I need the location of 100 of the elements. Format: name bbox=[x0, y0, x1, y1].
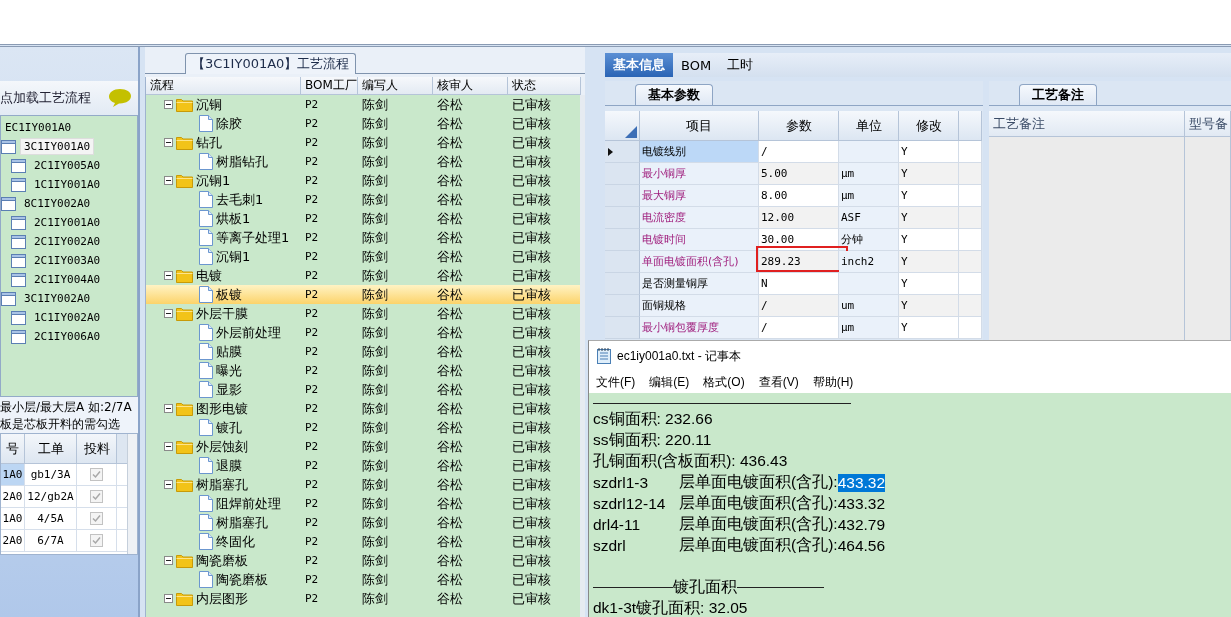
table-cell: / bbox=[759, 295, 839, 317]
column-header[interactable]: 修改 bbox=[899, 111, 959, 141]
tree-item[interactable]: 1C1IY002A0 bbox=[30, 309, 105, 326]
collapse-icon[interactable] bbox=[164, 138, 173, 147]
flow-row[interactable]: 外层蚀刻 P2 陈剑 谷松 已审核 bbox=[146, 437, 580, 456]
panel-tab[interactable]: 基本参数 bbox=[635, 84, 713, 105]
menu-item[interactable]: 查看(V) bbox=[753, 373, 804, 391]
column-header[interactable]: 工艺备注 bbox=[989, 111, 1185, 137]
table-cell-text: 谷松 bbox=[436, 133, 464, 152]
flow-row[interactable]: 贴膜 P2 陈剑 谷松 已审核 bbox=[146, 342, 580, 361]
column-header[interactable]: 型号备 bbox=[1185, 111, 1231, 137]
text-area[interactable]: cs铜面积: 232.66 ss铜面积: 220.11 孔铜面积(含板面积): 436.43 szdrl1-3 层单面电镀面积(含孔):433.32 szdrl12-14 层单面电镀面积(含孔):433.32 drl4-11 层单面电镀面积(含孔):432.79 szdrl 层单面电镀面积(含孔):464.56 镀孔面积 dk1-3t镀孔面积: 32.05 bbox=[589, 393, 1231, 617]
table-cell: Y bbox=[899, 207, 959, 229]
flow-row[interactable]: 钻孔 P2 陈剑 谷松 已审核 bbox=[146, 133, 580, 152]
table-cell-text: 陈剑 bbox=[361, 494, 389, 513]
window-title: ec1iy001a0.txt - 记事本 bbox=[617, 347, 742, 365]
flow-row[interactable]: 树脂钻孔 P2 陈剑 谷松 已审核 bbox=[146, 152, 580, 171]
collapse-icon[interactable] bbox=[164, 404, 173, 413]
column-header[interactable]: 项目 bbox=[640, 111, 759, 141]
table-cell-text: 已审核 bbox=[511, 399, 552, 418]
collapse-icon[interactable] bbox=[164, 594, 173, 603]
collapse-icon[interactable] bbox=[164, 480, 173, 489]
tree-item[interactable]: 3C1IY001A0 bbox=[20, 138, 95, 155]
flow-row[interactable]: 沉铜1 P2 陈剑 谷松 已审核 bbox=[146, 171, 580, 190]
tab[interactable]: BOM bbox=[673, 53, 720, 77]
collapse-icon[interactable] bbox=[164, 309, 173, 318]
flow-row[interactable]: 外层前处理 P2 陈剑 谷松 已审核 bbox=[146, 323, 580, 342]
column-header[interactable]: 参数 bbox=[759, 111, 839, 141]
collapse-icon[interactable] bbox=[164, 176, 173, 185]
flow-row[interactable]: 电镀 P2 陈剑 谷松 已审核 bbox=[146, 266, 580, 285]
column-header[interactable]: 编写人 bbox=[358, 77, 433, 95]
flow-row[interactable]: 阻焊前处理 P2 陈剑 谷松 已审核 bbox=[146, 494, 580, 513]
tree-item[interactable]: 1C1IY001A0 bbox=[30, 176, 105, 193]
column-header[interactable]: 工单 bbox=[25, 434, 77, 464]
menu-item[interactable]: 编辑(E) bbox=[644, 373, 695, 391]
table-cell-text: P2 bbox=[304, 154, 320, 170]
column-header[interactable]: 流程 bbox=[146, 77, 301, 95]
collapse-icon[interactable] bbox=[164, 442, 173, 451]
tab[interactable]: 基本信息 bbox=[605, 53, 673, 77]
flow-row[interactable]: 板镀 P2 陈剑 谷松 已审核 bbox=[146, 285, 580, 304]
table-cell-text: P2 bbox=[304, 363, 320, 379]
flow-row[interactable]: 终固化 P2 陈剑 谷松 已审核 bbox=[146, 532, 580, 551]
tree-item[interactable]: 2C1IY006A0 bbox=[30, 328, 105, 345]
table-cell-text: 已审核 bbox=[511, 323, 552, 342]
tree-item[interactable]: 8C1IY002A0 bbox=[20, 195, 95, 212]
collapse-icon[interactable] bbox=[164, 271, 173, 280]
scrollbar[interactable] bbox=[127, 434, 137, 554]
tree-item[interactable]: 2C1IY002A0 bbox=[30, 233, 105, 250]
flow-row[interactable]: 外层干膜 P2 陈剑 谷松 已审核 bbox=[146, 304, 580, 323]
flow-row[interactable]: 曝光 P2 陈剑 谷松 已审核 bbox=[146, 361, 580, 380]
flow-row[interactable]: 沉铜 P2 陈剑 谷松 已审核 bbox=[146, 95, 580, 114]
menu-item[interactable]: 文件(F) bbox=[591, 373, 641, 391]
collapse-icon[interactable] bbox=[164, 100, 173, 109]
column-header[interactable]: BOM工厂 bbox=[301, 77, 358, 95]
flow-row[interactable]: 树脂塞孔 P2 陈剑 谷松 已审核 bbox=[146, 513, 580, 532]
tree-item[interactable]: EC1IY001A0 bbox=[1, 119, 76, 136]
flow-row[interactable]: 沉铜1 P2 陈剑 谷松 已审核 bbox=[146, 247, 580, 266]
file-icon bbox=[199, 533, 213, 550]
tree-item[interactable]: 2C1IY003A0 bbox=[30, 252, 105, 269]
flow-row[interactable]: 陶瓷磨板 P2 陈剑 谷松 已审核 bbox=[146, 570, 580, 589]
column-header[interactable]: 核审人 bbox=[433, 77, 508, 95]
flow-row[interactable]: 树脂塞孔 P2 陈剑 谷松 已审核 bbox=[146, 475, 580, 494]
row-header[interactable] bbox=[605, 141, 640, 163]
flow-row[interactable]: 陶瓷磨板 P2 陈剑 谷松 已审核 bbox=[146, 551, 580, 570]
column-header[interactable]: 号 bbox=[1, 434, 25, 464]
flow-row[interactable]: 镀孔 P2 陈剑 谷松 已审核 bbox=[146, 418, 580, 437]
flow-row[interactable]: 内层图形 P2 陈剑 谷松 已审核 bbox=[146, 589, 580, 608]
file-icon bbox=[199, 571, 213, 588]
table-cell-text: 谷松 bbox=[436, 437, 464, 456]
checkbox[interactable] bbox=[90, 512, 103, 525]
column-header[interactable]: 投料 bbox=[77, 434, 117, 464]
window-icon bbox=[11, 272, 26, 287]
step-name: 电镀 bbox=[196, 266, 222, 285]
tree-item[interactable]: 2C1IY001A0 bbox=[30, 214, 105, 231]
flow-row[interactable]: 烘板1 P2 陈剑 谷松 已审核 bbox=[146, 209, 580, 228]
checkbox[interactable] bbox=[90, 534, 103, 547]
menu-item[interactable]: 帮助(H) bbox=[807, 373, 859, 391]
flow-row[interactable]: 图形电镀 P2 陈剑 谷松 已审核 bbox=[146, 399, 580, 418]
table-cell-text: 陈剑 bbox=[361, 228, 389, 247]
flow-row[interactable]: 等离子处理1 P2 陈剑 谷松 已审核 bbox=[146, 228, 580, 247]
checkbox[interactable] bbox=[90, 468, 103, 481]
flow-row[interactable]: 除胶 P2 陈剑 谷松 已审核 bbox=[146, 114, 580, 133]
tree-item[interactable]: 3C1IY002A0 bbox=[20, 290, 95, 307]
tree-item[interactable]: 2C1IY004A0 bbox=[30, 271, 105, 288]
column-header[interactable]: 状态 bbox=[508, 77, 581, 95]
column-header[interactable]: 单位 bbox=[839, 111, 899, 141]
collapse-icon[interactable] bbox=[164, 556, 173, 565]
flow-row[interactable]: 显影 P2 陈剑 谷松 已审核 bbox=[146, 380, 580, 399]
section-heading: 镀孔面积 bbox=[673, 577, 737, 597]
tab[interactable]: 工时 bbox=[719, 53, 762, 77]
table-cell-text: 谷松 bbox=[436, 513, 464, 532]
panel-tab[interactable]: 工艺备注 bbox=[1019, 84, 1097, 105]
checkbox[interactable] bbox=[90, 490, 103, 503]
flow-row[interactable]: 退膜 P2 陈剑 谷松 已审核 bbox=[146, 456, 580, 475]
menu-item[interactable]: 格式(O) bbox=[698, 373, 750, 391]
table-cell: 2A0 bbox=[1, 530, 25, 552]
table-cell-text: P2 bbox=[304, 401, 320, 417]
table-cell-text: 陈剑 bbox=[361, 437, 389, 456]
tree-item[interactable]: 2C1IY005A0 bbox=[30, 157, 105, 174]
flow-row[interactable]: 去毛刺1 P2 陈剑 谷松 已审核 bbox=[146, 190, 580, 209]
